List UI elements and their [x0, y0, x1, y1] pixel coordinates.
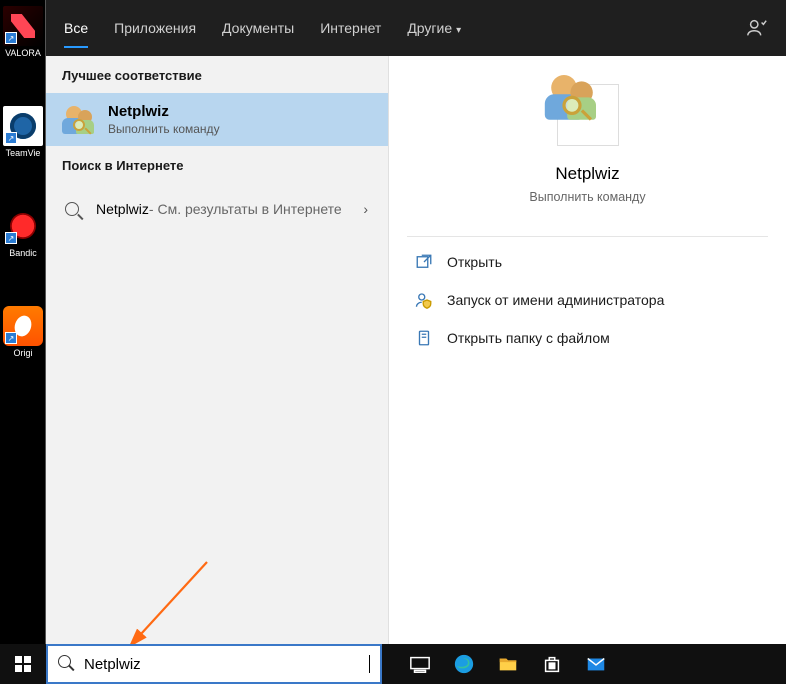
search-icon	[58, 655, 76, 673]
desktop-icon-teamviewer[interactable]: ↗ TeamVie	[3, 106, 43, 158]
taskbar-mail[interactable]	[574, 644, 618, 684]
open-icon	[415, 253, 433, 271]
preview-subtitle: Выполнить команду	[529, 190, 645, 204]
text-caret	[369, 655, 370, 673]
search-icon	[62, 193, 82, 225]
search-tabs: Все Приложения Документы Интернет Другие…	[46, 0, 786, 56]
chevron-down-icon: ▾	[456, 25, 461, 36]
desktop-icon-origin[interactable]: ↗ Origi	[3, 306, 43, 358]
tab-apps[interactable]: Приложения	[114, 16, 196, 40]
shield-admin-icon	[415, 291, 433, 309]
desktop-icon-valorant[interactable]: ↗ VALORA	[3, 6, 43, 58]
search-input[interactable]	[84, 656, 367, 673]
preview-column: Netplwiz Выполнить команду Открыть Запус…	[388, 56, 786, 644]
taskbar-taskview[interactable]	[398, 644, 442, 684]
netplwiz-icon	[544, 72, 630, 158]
action-open-folder[interactable]: Открыть папку с файлом	[407, 319, 768, 357]
action-label: Запуск от имени администратора	[447, 292, 664, 308]
desktop-icon-label: Origi	[3, 348, 43, 358]
result-subtitle: Выполнить команду	[108, 122, 372, 136]
result-best-match[interactable]: Netplwiz Выполнить команду	[46, 93, 388, 146]
taskbar-edge[interactable]	[442, 644, 486, 684]
web-search-header: Поиск в Интернете	[46, 146, 388, 183]
result-suffix: - См. результаты в Интернете	[149, 201, 342, 217]
feedback-icon[interactable]	[746, 17, 768, 39]
start-button[interactable]	[0, 644, 46, 684]
action-open[interactable]: Открыть	[407, 243, 768, 281]
desktop-icon-label: TeamVie	[3, 148, 43, 158]
taskbar-store[interactable]	[530, 644, 574, 684]
netplwiz-icon	[62, 104, 94, 136]
result-title: Netplwiz	[96, 201, 149, 217]
desktop-icon-bandicam[interactable]: ↗ Bandic	[3, 206, 43, 258]
divider	[407, 236, 768, 237]
tab-internet[interactable]: Интернет	[320, 16, 381, 40]
desktop-icon-label: Bandic	[3, 248, 43, 258]
result-title: Netplwiz	[108, 103, 372, 120]
results-column: Лучшее соответствие Netplwiz Выполнить к…	[46, 56, 388, 644]
tab-all[interactable]: Все	[64, 16, 88, 48]
desktop: ↗ VALORA ↗ TeamVie ↗ Bandic ↗ Origi	[0, 0, 46, 644]
taskbar-search[interactable]	[46, 644, 382, 684]
windows-icon	[15, 656, 31, 672]
preview-icon-frame	[557, 84, 619, 146]
preview-title: Netplwiz	[555, 164, 619, 184]
tab-documents[interactable]: Документы	[222, 16, 294, 40]
taskbar	[0, 644, 786, 684]
folder-icon	[415, 329, 433, 347]
best-match-header: Лучшее соответствие	[46, 56, 388, 93]
action-label: Открыть	[447, 254, 502, 270]
taskbar-explorer[interactable]	[486, 644, 530, 684]
action-run-as-admin[interactable]: Запуск от имени администратора	[407, 281, 768, 319]
desktop-icon-label: VALORA	[3, 48, 43, 58]
chevron-right-icon: ›	[359, 201, 372, 217]
search-panel: Все Приложения Документы Интернет Другие…	[46, 0, 786, 644]
action-label: Открыть папку с файлом	[447, 330, 610, 346]
tab-more[interactable]: Другие▾	[407, 16, 461, 40]
result-web-search[interactable]: Netplwiz - См. результаты в Интернете ›	[46, 183, 388, 235]
